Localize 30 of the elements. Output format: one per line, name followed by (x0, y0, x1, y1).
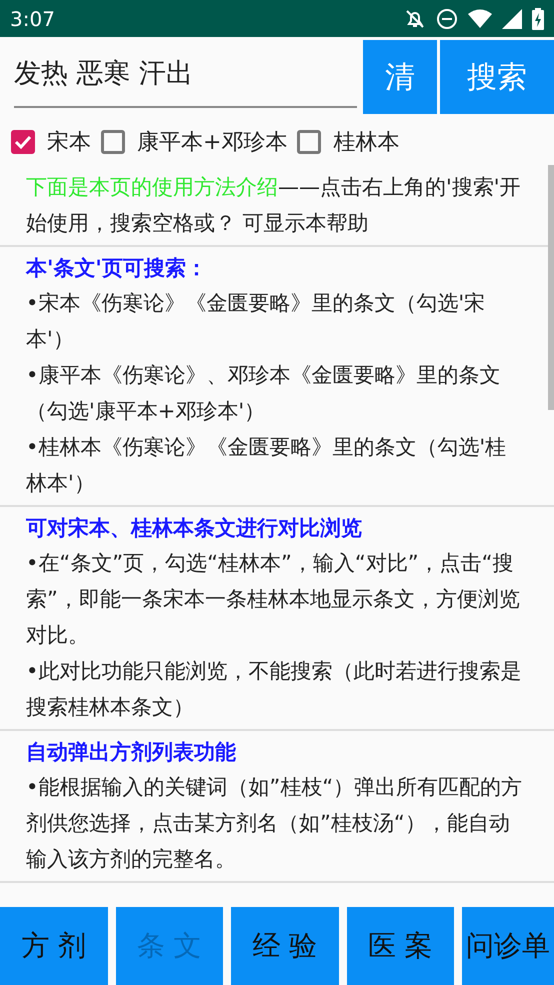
nav-tab[interactable]: 方 剂 (0, 907, 108, 985)
checkbox-label[interactable]: 宋本 (47, 126, 91, 156)
help-paragraph: •桂林本《伤寒论》《金匮要略》里的条文（勾选'桂林本'） (26, 434, 508, 497)
nav-tab[interactable]: 问诊单 (462, 907, 554, 985)
checkbox-label[interactable]: 桂林本 (333, 126, 400, 156)
section-heading: 自动弹出方剂列表功能 (26, 739, 237, 766)
battery-icon (532, 8, 544, 30)
status-time: 3:07 (10, 6, 55, 30)
help-paragraph: •康平本《伤寒论》、邓珍本《金匮要略》里的条文（勾选'康平本+邓珍本'） (26, 362, 502, 425)
section-heading: 可对宋本、桂林本条文进行对比浏览 (26, 515, 363, 542)
checkbox[interactable] (11, 130, 35, 154)
checkbox[interactable] (297, 130, 322, 154)
checkbox-label[interactable]: 康平本+邓珍本 (137, 126, 288, 156)
wifi-icon (468, 8, 492, 28)
search-field[interactable]: 发热 恶寒 汗出 (14, 40, 357, 108)
signal-icon (502, 8, 522, 28)
scrollbar[interactable] (548, 165, 554, 410)
help-paragraph: •在“条文”页，勾选“桂林本”，输入“对比”，点击“搜索”，即能一条宋本一条桂林本地显示条文，方便浏览对比。 (26, 550, 521, 649)
search-button[interactable]: 搜索 (440, 40, 554, 114)
clear-button[interactable]: 清 (363, 40, 437, 114)
help-paragraph: 下面是本页的使用方法介绍——点击右上角的'搜索'开始使用，搜索空格或？ 可显示本帮助 (26, 174, 522, 237)
checkbox[interactable] (101, 130, 125, 154)
help-paragraph: •此对比功能只能浏览，不能搜索（此时若进行搜索是搜索桂林本条文） (26, 658, 522, 721)
help-paragraph: •能根据输入的关键词（如”桂枝“）弹出所有匹配的方剂供您选择，点击某方剂名（如”桂枝汤“），能自动输入该方剂的完整名。 (26, 774, 524, 873)
help-paragraph: •宋本《伤寒论》《金匮要略》里的条文（勾选'宋本'） (26, 290, 486, 353)
section-heading: 本'条文'页可搜索： (26, 255, 208, 282)
bell-off-icon (404, 8, 426, 30)
nav-tab[interactable]: 经 验 (231, 907, 338, 985)
nav-tab[interactable]: 医 案 (346, 907, 454, 985)
do-not-disturb-icon (436, 8, 458, 30)
